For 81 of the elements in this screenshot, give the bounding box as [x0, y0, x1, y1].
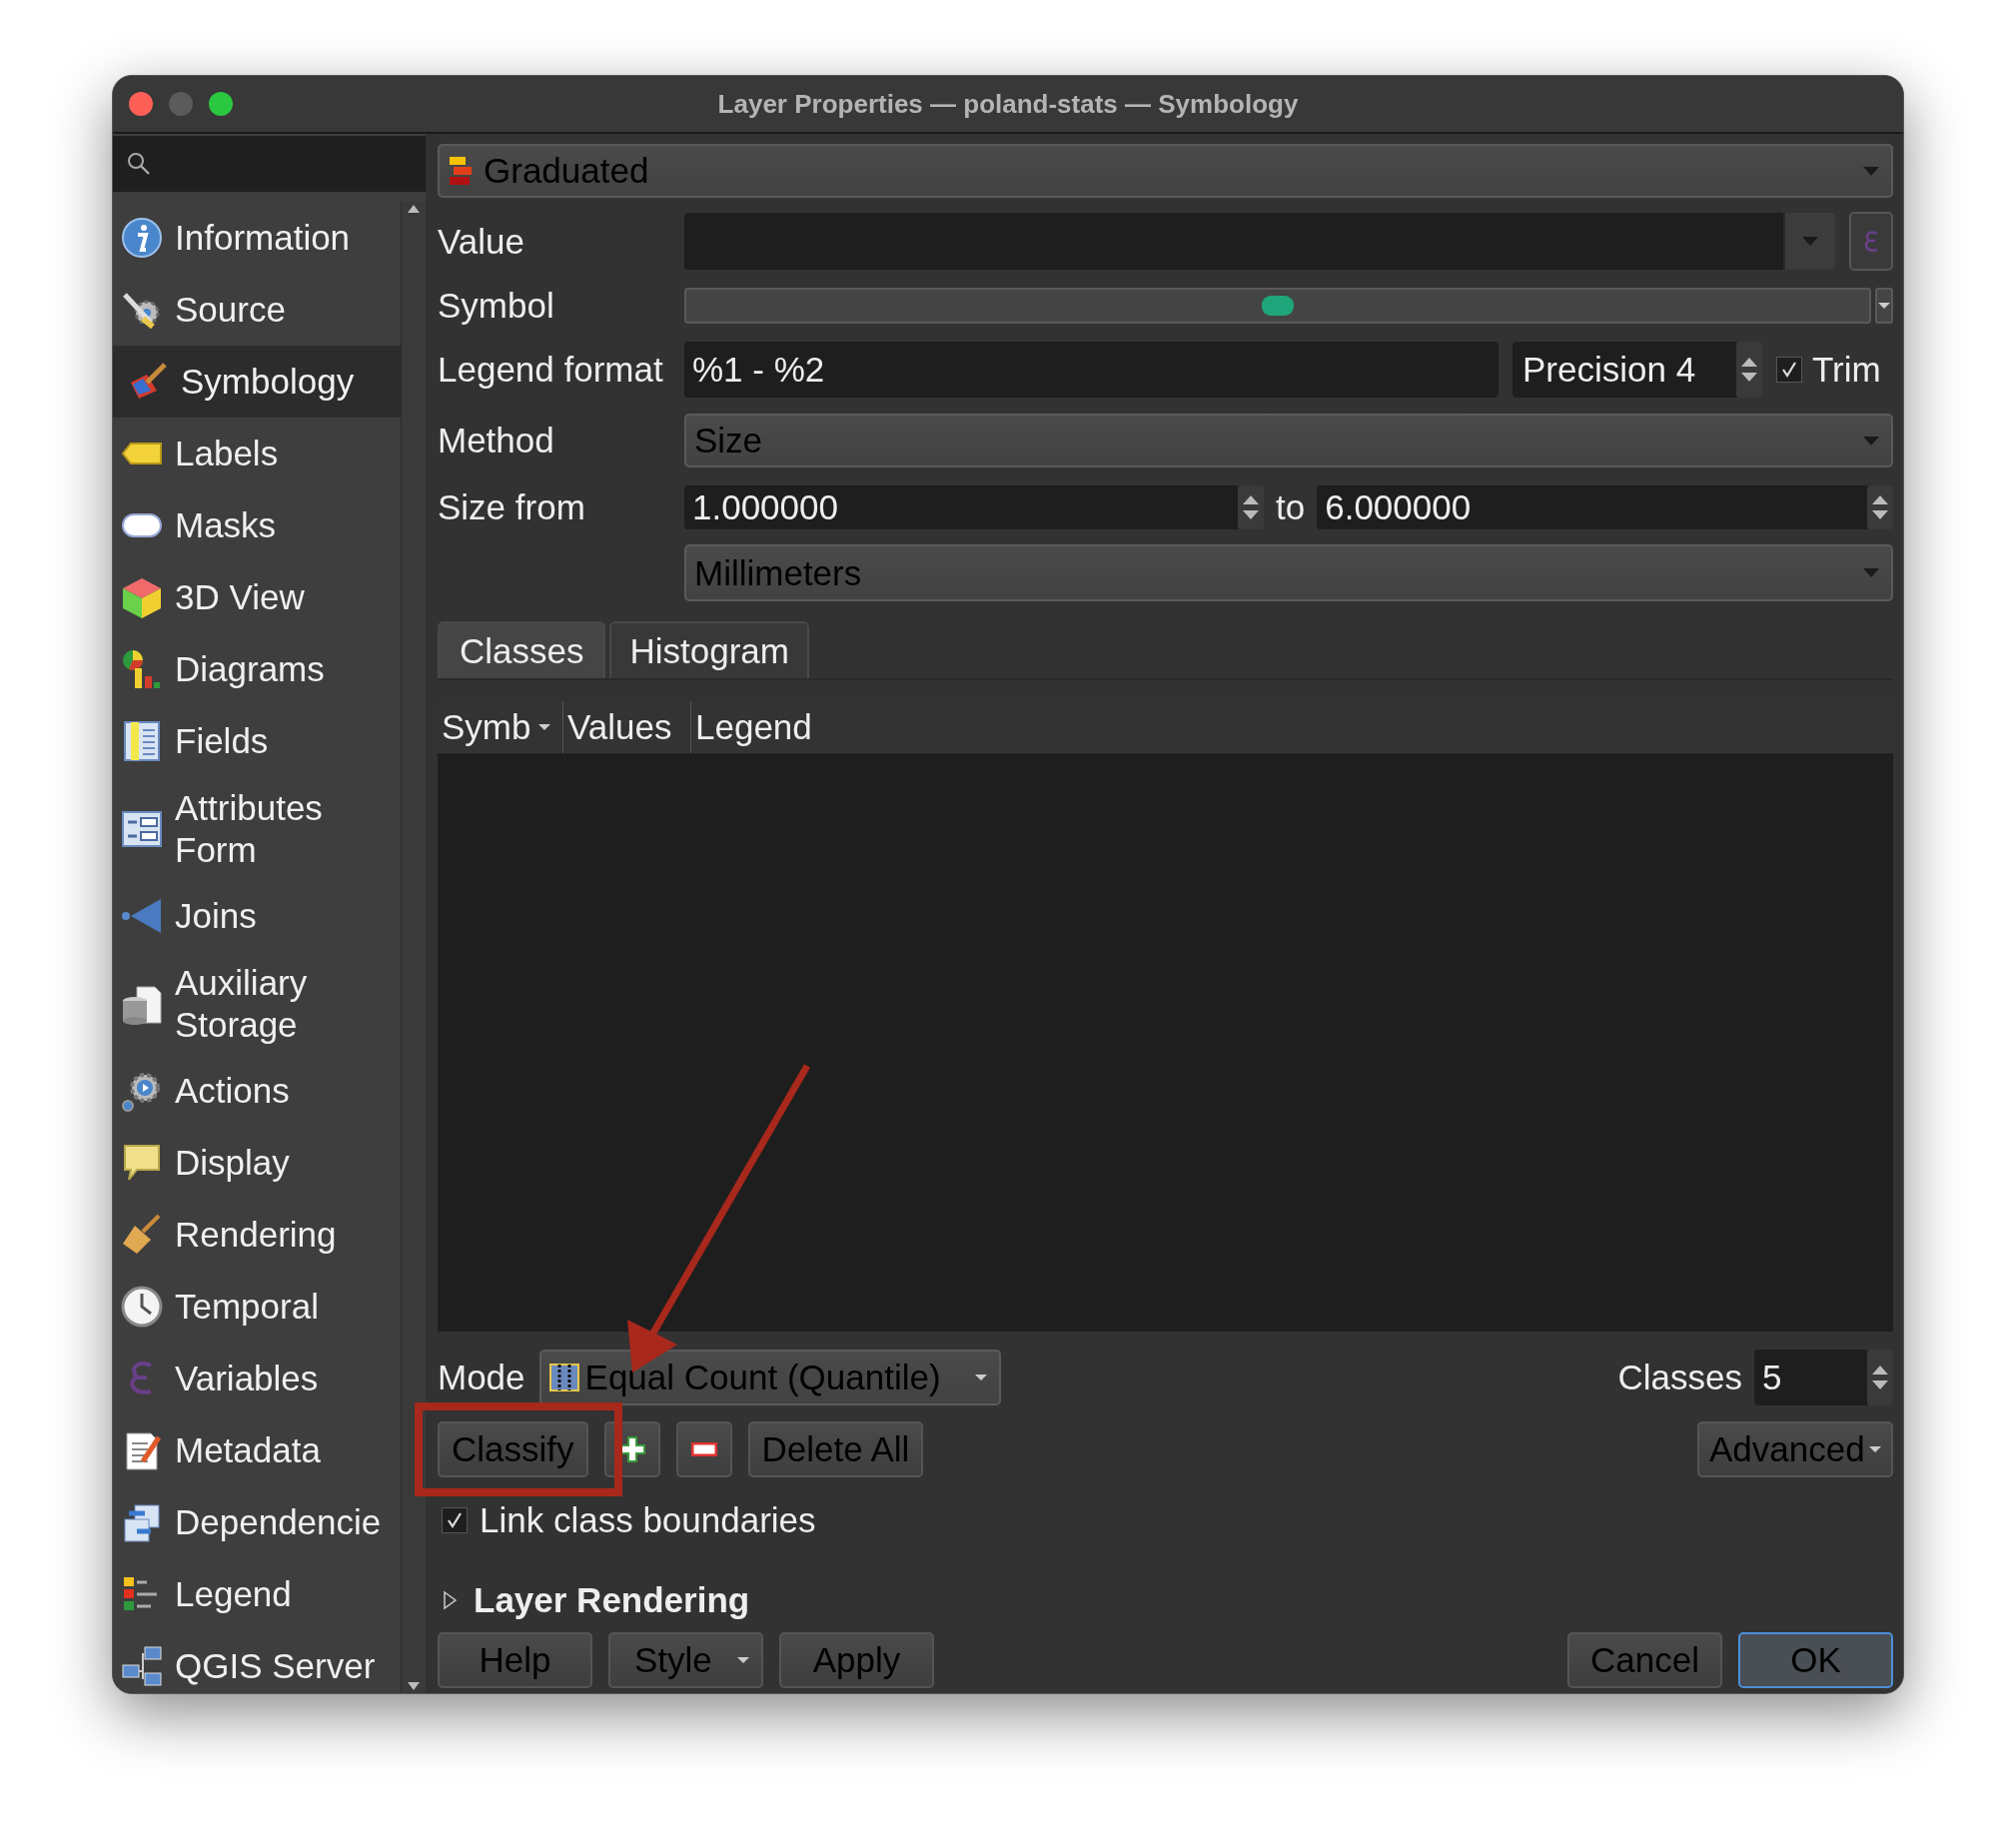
sidebar-item[interactable]: Labels: [113, 418, 401, 489]
tab[interactable]: Histogram: [609, 621, 809, 678]
spin-arrows-icon[interactable]: [1867, 485, 1893, 529]
caret-icon: [1878, 303, 1890, 309]
legend-format-field[interactable]: %1 - %2: [684, 342, 1499, 398]
field-label: Legend format: [438, 350, 664, 390]
sidebar-item[interactable]: QGIS Server: [113, 1630, 401, 1693]
sidebar-item[interactable]: Fields: [113, 705, 401, 777]
field-label: Method: [438, 421, 555, 460]
field-label: Value: [438, 221, 525, 262]
sidebar-item[interactable]: Joins: [113, 880, 401, 952]
scrollbar[interactable]: [401, 202, 426, 1693]
spin-arrows-icon[interactable]: [1238, 485, 1264, 529]
sidebar-item[interactable]: Display: [113, 1127, 401, 1199]
minus-icon: [690, 1442, 717, 1456]
caret-icon: [1863, 436, 1879, 446]
caret-icon: [974, 1375, 987, 1381]
value-field[interactable]: [684, 213, 1835, 270]
checkbox-label: Trim: [1812, 350, 1881, 390]
tab[interactable]: Classes: [438, 621, 606, 678]
close-button[interactable]: [129, 92, 153, 116]
caret-icon: [1802, 237, 1818, 246]
sidebar-item[interactable]: Information: [113, 202, 401, 274]
sidebar-item[interactable]: Metadata: [113, 1414, 401, 1486]
sidebar-item[interactable]: Temporal: [113, 1271, 401, 1343]
field-label: Classes: [1617, 1358, 1742, 1397]
symbol-preview-icon: [1261, 295, 1295, 317]
field-label: Size from: [438, 487, 586, 527]
checkbox[interactable]: [442, 1507, 468, 1533]
field-label: Symbol: [438, 286, 555, 326]
sidebar-item[interactable]: Dependencie: [113, 1486, 401, 1558]
classes-spinbox[interactable]: 5: [1754, 1350, 1893, 1405]
window-title: Layer Properties — poland-stats — Symbology: [717, 88, 1299, 119]
caret-icon: [538, 724, 551, 730]
sidebar-item[interactable]: Source: [113, 274, 401, 346]
search-icon: [127, 152, 151, 176]
size-from-spinbox[interactable]: 1.000000: [684, 485, 1264, 529]
caret-icon: [1863, 568, 1879, 577]
arrows-icon: [121, 1501, 163, 1543]
columns-icon: [548, 1363, 579, 1392]
sidebar-item[interactable]: Rendering: [113, 1199, 401, 1271]
checkbox[interactable]: [1776, 357, 1802, 383]
caret-icon: [1869, 1446, 1881, 1452]
size-to-spinbox[interactable]: 6.000000: [1317, 485, 1893, 529]
checkmark-icon: [1780, 361, 1798, 379]
network-icon: [121, 1645, 163, 1687]
sidebar-item[interactable]: Legend: [113, 1558, 401, 1630]
broom-icon: [121, 1214, 163, 1256]
spin-arrows-icon[interactable]: [1736, 342, 1762, 398]
caret-icon: [737, 1657, 749, 1663]
sidebar-item[interactable]: Auxiliary Storage: [113, 952, 401, 1055]
cube-icon: [121, 576, 163, 618]
column-header[interactable]: Symb: [438, 701, 563, 753]
sidebar-item[interactable]: Symbology: [113, 346, 401, 418]
sidebar-item[interactable]: Masks: [113, 489, 401, 561]
checkbox-label: Link class boundaries: [480, 1500, 816, 1540]
info-icon: [121, 217, 163, 259]
dropdown-button[interactable]: [1875, 288, 1893, 324]
sidebar-item[interactable]: 3D View: [113, 561, 401, 633]
section-header[interactable]: Layer Rendering: [474, 1580, 750, 1620]
sidebar-item[interactable]: Diagrams: [113, 633, 401, 705]
list-icon: [121, 720, 163, 762]
sidebar-item[interactable]: Attributes Form: [113, 777, 401, 880]
search-field[interactable]: [113, 136, 426, 192]
clock-icon: [121, 1286, 163, 1328]
column-header[interactable]: Legend: [691, 701, 1893, 753]
sidebar-item[interactable]: Actions: [113, 1055, 401, 1127]
field-label: Mode: [438, 1358, 525, 1397]
sidebar-item[interactable]: Variables: [113, 1343, 401, 1414]
caret-icon: [1863, 166, 1879, 176]
zoom-button[interactable]: [209, 92, 233, 116]
spin-arrows-icon[interactable]: [1867, 1350, 1893, 1405]
precision-spinbox[interactable]: Precision 4: [1512, 342, 1762, 398]
expand-arrow-icon[interactable]: [442, 1590, 458, 1610]
checkmark-icon: [446, 1511, 464, 1529]
remove-class-button[interactable]: [675, 1421, 732, 1477]
graduated-icon: [448, 155, 474, 187]
chart-icon: [121, 648, 163, 690]
column-header[interactable]: Values: [563, 701, 691, 753]
gear-icon: [121, 1070, 163, 1112]
field-label: to: [1276, 487, 1306, 527]
